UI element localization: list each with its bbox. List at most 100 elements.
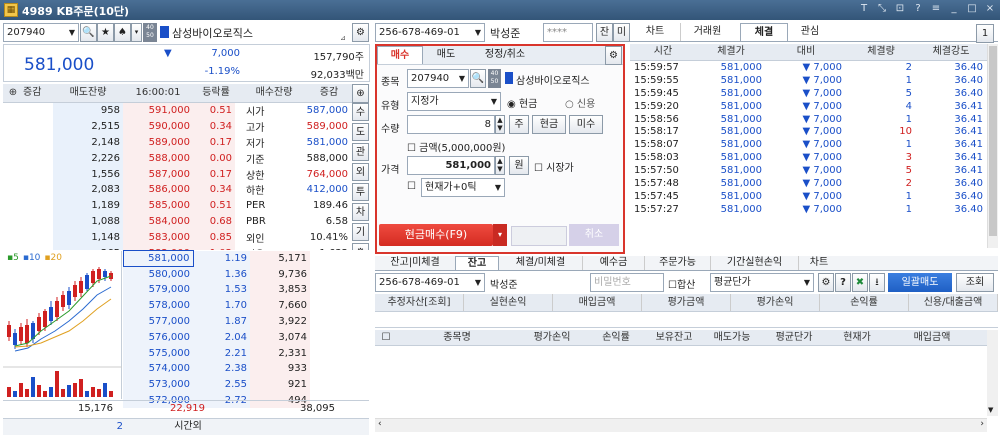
- side-button-2[interactable]: 관: [352, 143, 369, 161]
- chevron-down-icon[interactable]: ▼: [459, 70, 465, 87]
- query-button[interactable]: 조회: [956, 273, 994, 292]
- order-type-select[interactable]: 지정가 ▼: [407, 92, 501, 111]
- trade-row[interactable]: 15:57:48 581,000 ▼ 7,000 2 36.40: [630, 177, 987, 190]
- price-stepper[interactable]: ▲ ▼: [495, 156, 505, 175]
- settings-gear-icon[interactable]: ⚙: [352, 23, 369, 42]
- summary-col[interactable]: 추정자산[조회]: [375, 294, 464, 311]
- pin-icon[interactable]: ⊡: [894, 3, 906, 15]
- trade-row[interactable]: 15:59:20 581,000 ▼ 7,000 4 36.41: [630, 100, 987, 113]
- after-hours-label[interactable]: 시간외: [123, 419, 253, 435]
- amount-checkbox[interactable]: ☐ 금액(5,000,000원): [407, 139, 505, 154]
- trades-scrollbar[interactable]: [987, 44, 998, 248]
- tab-broker[interactable]: 거래원: [680, 23, 734, 41]
- tab-watch[interactable]: 관심: [788, 23, 832, 41]
- trade-row[interactable]: 15:58:56 581,000 ▼ 7,000 1 36.41: [630, 113, 987, 126]
- ask-row[interactable]: 1,088 584,000 0.68 PBR 6.58: [3, 213, 351, 230]
- ask-row[interactable]: 1,189 585,000 0.51 PER 189.46: [3, 197, 351, 214]
- trades-page[interactable]: 1: [976, 24, 994, 43]
- tab-deposit[interactable]: 예수금: [583, 256, 645, 270]
- trade-row[interactable]: 15:57:45 581,000 ▼ 7,000 1 36.40: [630, 190, 987, 203]
- spade-icon[interactable]: ♠: [114, 23, 131, 42]
- cash-buy-button[interactable]: 현금매수(F9): [379, 224, 493, 246]
- radio-credit[interactable]: ○ 신용: [565, 95, 595, 110]
- order-search-icon[interactable]: 🔍: [470, 69, 486, 88]
- tab-orderable[interactable]: 주문가능: [645, 256, 711, 270]
- balance-settings-gear-icon[interactable]: ⚙: [818, 273, 834, 292]
- link-icon[interactable]: ⤡: [876, 3, 888, 15]
- cancel-button[interactable]: 취소: [569, 224, 619, 246]
- ask-row[interactable]: 1,148 583,000 0.85 외인 10.41%: [3, 229, 351, 246]
- avg-price-select[interactable]: 평균단가 ▼: [710, 273, 814, 292]
- trade-row[interactable]: 15:59:55 581,000 ▼ 7,000 1 36.40: [630, 74, 987, 87]
- qty-input[interactable]: 8: [407, 115, 495, 134]
- sum-checkbox[interactable]: ☐합산: [668, 276, 695, 291]
- chevron-down-icon[interactable]: ▼: [495, 179, 501, 196]
- scrollbar-thumb[interactable]: [989, 46, 997, 236]
- order-code-input[interactable]: 207940 ▼: [407, 69, 469, 88]
- price-input[interactable]: 581,000: [407, 156, 495, 175]
- tick-select[interactable]: 현재가+0틱 ▼: [421, 178, 505, 197]
- blank-input[interactable]: [511, 226, 567, 246]
- ask-row[interactable]: 958 591,000 0.51 시가 587,000: [3, 103, 351, 119]
- chevron-down-icon[interactable]: ▼: [69, 24, 75, 41]
- misu-button[interactable]: 미수: [569, 115, 603, 134]
- account-select[interactable]: 256-678-469-01 ▼: [375, 23, 485, 42]
- arrow-icon[interactable]: ▾: [131, 23, 142, 42]
- ask-row[interactable]: 2,226 588,000 0.00 기준 588,000: [3, 150, 351, 167]
- maximize-icon[interactable]: □: [966, 3, 978, 15]
- tab-chart2[interactable]: 차트: [799, 256, 839, 270]
- tab-filled[interactable]: 체결/미체결: [499, 256, 583, 270]
- unfilled-button[interactable]: 미: [613, 23, 630, 42]
- market-price-checkbox[interactable]: ☐ 시장가: [534, 159, 574, 174]
- select-all-checkbox[interactable]: ☐: [375, 330, 397, 345]
- side-button-3[interactable]: 외: [352, 163, 369, 181]
- favorite-star-icon[interactable]: ★: [97, 23, 114, 42]
- side-button-1[interactable]: 도: [352, 123, 369, 141]
- scroll-down-icon[interactable]: ▼: [988, 406, 993, 414]
- order-settings-gear-icon[interactable]: ⚙: [605, 46, 622, 65]
- side-button-4[interactable]: 투: [352, 183, 369, 201]
- menu-icon[interactable]: ≡: [930, 3, 942, 15]
- chevron-down-icon[interactable]: ▼: [475, 274, 481, 291]
- ask-row[interactable]: 2,515 590,000 0.34 고가 589,000: [3, 118, 351, 135]
- ask-row[interactable]: 2,148 589,000 0.17 저가 581,000: [3, 134, 351, 151]
- order-qty-badge[interactable]: 40 50: [488, 69, 501, 88]
- search-icon[interactable]: 🔍: [80, 23, 97, 42]
- unit-won-button[interactable]: 원: [509, 156, 529, 175]
- trade-row[interactable]: 15:57:50 581,000 ▼ 7,000 5 36.41: [630, 164, 987, 177]
- ask-row[interactable]: 1,556 587,000 0.17 상한 764,000: [3, 166, 351, 182]
- password-input[interactable]: ****: [543, 23, 593, 42]
- chevron-down-icon[interactable]: ▼: [804, 274, 810, 291]
- buy-options-icon[interactable]: ▾: [493, 224, 507, 246]
- side-button-0[interactable]: 수: [352, 103, 369, 121]
- scroll-right-icon[interactable]: ›: [980, 419, 984, 429]
- tab-sell[interactable]: 매도: [423, 46, 469, 64]
- radio-cash[interactable]: ◉ 현금: [507, 95, 537, 110]
- cash-qty-button[interactable]: 현금: [532, 115, 566, 134]
- download-icon[interactable]: ⭳: [869, 273, 885, 292]
- trade-row[interactable]: 15:57:27 581,000 ▼ 7,000 1 36.40: [630, 203, 987, 216]
- balance-account-select[interactable]: 256-678-469-01 ▼: [375, 273, 485, 292]
- orderbook-toggle-icon[interactable]: ⊕: [352, 84, 369, 103]
- text-size-icon[interactable]: T: [858, 3, 870, 15]
- qty-stepper[interactable]: ▲ ▼: [495, 115, 505, 134]
- qty-badge[interactable]: 40 50: [143, 23, 157, 42]
- minimize-icon[interactable]: _: [948, 3, 960, 15]
- tab-realized[interactable]: 기간실현손익: [711, 256, 799, 270]
- scroll-left-icon[interactable]: ‹: [378, 419, 382, 429]
- tick-checkbox[interactable]: ☐: [407, 181, 416, 192]
- tab-modify-cancel[interactable]: 정정/취소: [469, 46, 541, 64]
- trade-row[interactable]: 15:59:45 581,000 ▼ 7,000 5 36.40: [630, 87, 987, 100]
- tab-balance[interactable]: 잔고: [455, 256, 499, 270]
- stock-code-input[interactable]: 207940 ▼: [3, 23, 79, 42]
- expand-icon[interactable]: ⊕: [3, 84, 23, 102]
- tab-chart[interactable]: 차트: [630, 23, 680, 41]
- ask-row[interactable]: 2,083 586,000 0.34 하한 412,000: [3, 181, 351, 198]
- holdings-vscroll[interactable]: ▼: [987, 330, 998, 416]
- excel-icon[interactable]: ✖: [852, 273, 868, 292]
- help-icon[interactable]: ?: [912, 3, 924, 15]
- tab-balance-unfilled[interactable]: 잔고|미체결: [375, 256, 455, 270]
- trade-row[interactable]: 15:58:17 581,000 ▼ 7,000 10 36.41: [630, 125, 987, 138]
- tab-buy[interactable]: 매수: [377, 46, 423, 64]
- side-button-6[interactable]: 기: [352, 223, 369, 241]
